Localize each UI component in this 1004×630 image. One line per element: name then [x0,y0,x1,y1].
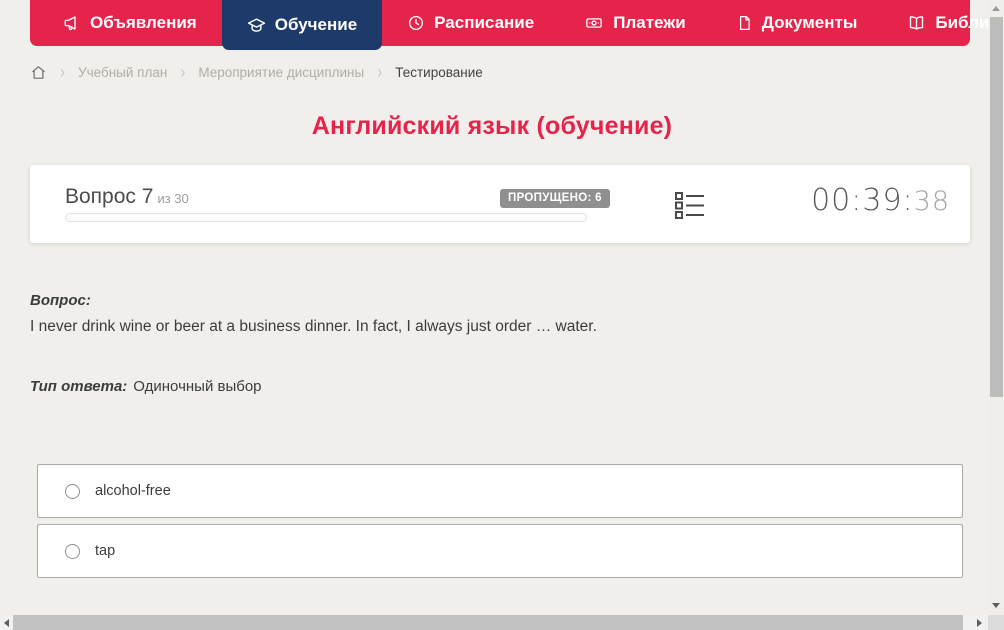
breadcrumb-item-discipline-event[interactable]: Мероприятие дисциплины [198,65,364,80]
nav-item-schedule[interactable]: Расписание [382,0,559,46]
nav-item-announcements[interactable]: Объявления [38,0,222,46]
question-number: Вопрос 7 из 30 [65,185,189,209]
breadcrumb: › Учебный план › Мероприятие дисциплины … [30,61,483,83]
nav-item-payments[interactable]: Платежи [559,0,711,46]
skipped-badge: ПРОПУЩЕНО: 6 [500,189,610,208]
horizontal-scrollbar[interactable] [0,615,988,630]
nav-item-label: Объявления [90,13,197,32]
scroll-up-arrow[interactable] [992,6,1000,11]
megaphone-icon [63,14,81,32]
breadcrumb-separator: › [60,61,65,83]
nav-item-label: Документы [761,13,858,32]
answer-type-row: Тип ответа: Одиночный выбор [30,378,262,395]
scroll-right-arrow[interactable] [977,618,982,627]
question-text: I never drink wine or beer at a business… [30,318,597,335]
breadcrumb-separator: › [377,61,383,83]
radio-button[interactable] [65,483,80,499]
answer-option-tap[interactable]: tap [37,524,963,578]
question-header-card: Вопрос 7 из 30 ПРОПУЩЕНО: 6 00:39:38 [30,165,970,243]
nav-item-label: Расписание [434,13,535,32]
breadcrumb-item-testing: Тестирование [395,64,483,80]
scroll-down-arrow[interactable] [992,603,1000,608]
open-book-icon [907,14,926,32]
progress-bar [65,213,587,222]
nav-item-learning[interactable]: Обучение [221,0,383,50]
horizontal-scrollbar-thumb[interactable] [13,615,963,630]
nav-item-label: Платежи [613,13,686,32]
radio-button[interactable] [65,543,80,559]
vertical-scrollbar[interactable] [988,0,1004,615]
answer-type-label: Тип ответа: [30,378,128,395]
nav-item-documents[interactable]: Документы [711,0,883,46]
timer: 00:39:38 [811,183,950,218]
answer-option-label: tap [95,543,116,559]
question-total: из 30 [157,191,189,206]
answer-type-value: Одиночный выбор [133,378,262,395]
breadcrumb-item-curriculum[interactable]: Учебный план [78,65,167,80]
answer-list: alcohol-free tap [37,464,963,584]
page-title: Английский язык (обучение) [311,112,673,140]
timer-seconds: 38 [913,186,950,217]
banknote-icon [584,14,604,32]
document-icon [736,14,753,32]
nav-item-library[interactable]: Библиотека [882,0,1004,46]
vertical-scrollbar-thumb[interactable] [989,17,1003,397]
graduation-cap-icon [247,16,266,35]
main-nav: Объявления Обучение Расписание Платежи Д… [30,0,1004,50]
answer-option-alcohol-free[interactable]: alcohol-free [37,464,963,518]
breadcrumb-separator: › [180,61,186,83]
timer-hours-minutes: 00:39: [811,183,914,218]
clock-icon [407,14,425,32]
scroll-left-arrow[interactable] [4,618,9,627]
home-icon[interactable] [30,64,47,81]
nav-item-label: Обучение [274,15,358,34]
question-number-label: Вопрос 7 [65,185,154,208]
question-label: Вопрос: [30,292,91,309]
scrollbar-corner [988,615,1004,630]
answer-option-label: alcohol-free [95,483,171,499]
question-list-icon[interactable] [674,190,706,220]
